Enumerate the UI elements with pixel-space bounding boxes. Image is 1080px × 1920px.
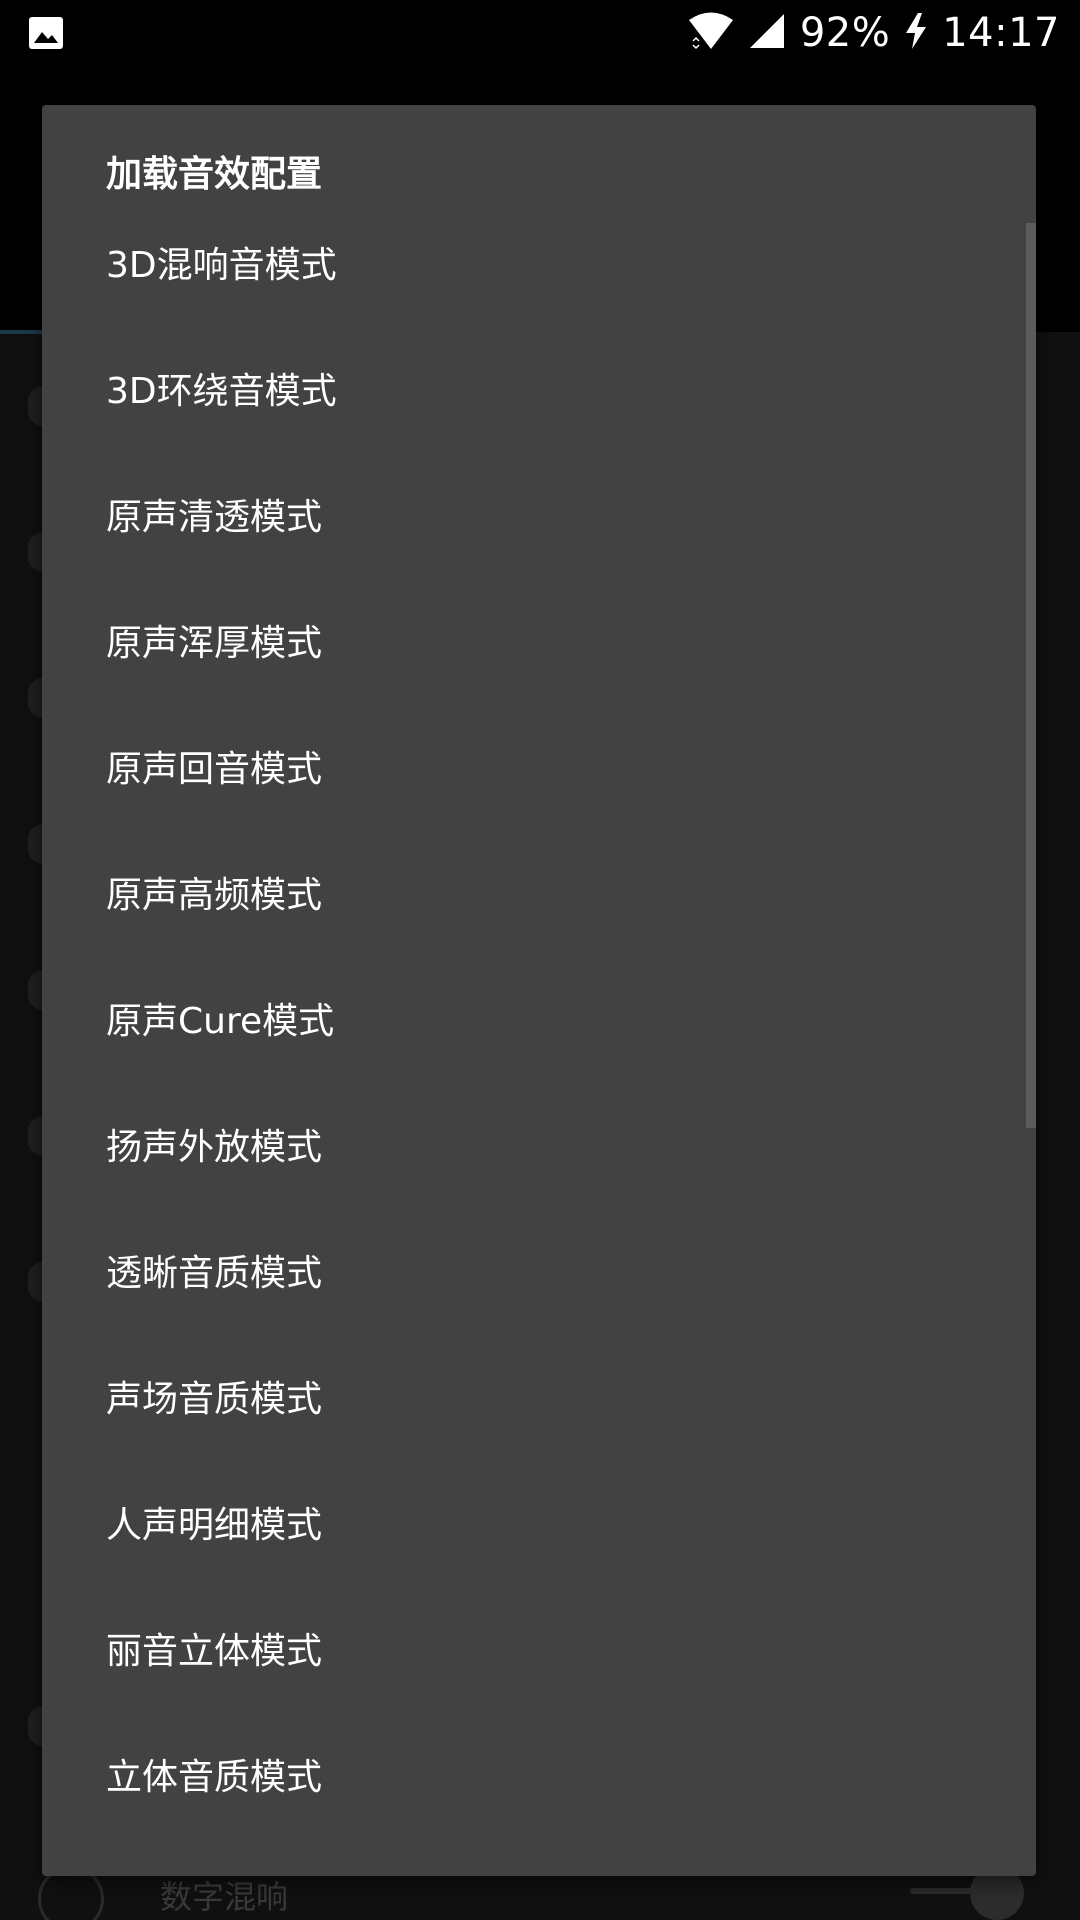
list-scrollbar[interactable] [1026,223,1036,1128]
preset-item[interactable]: 原声浑厚模式 [42,591,1036,717]
wifi-icon [688,11,734,55]
preset-item[interactable]: 原声清透模式 [42,465,1036,591]
preset-item-label: 3D环绕音模式 [106,371,337,412]
preset-item-label: 透晰音质模式 [106,1253,323,1294]
preset-item[interactable]: 立体音质模式 [42,1725,1036,1851]
preset-item[interactable]: 丽音立体模式 [42,1599,1036,1725]
battery-percent: 92% [799,10,891,56]
reverb-label: 数字混响 [160,1878,289,1916]
preset-item-label: 原声高频模式 [106,875,323,916]
preset-item-label: 声场音质模式 [106,1379,323,1420]
bolt-icon [904,12,928,54]
preset-item[interactable]: 3D混响音模式 [42,213,1036,339]
status-icons: 92% 14:17 [688,0,1060,66]
dialog-title: 加载音效配置 [106,154,323,195]
screen: 92% 14:17 数字混响 加载音效配置 3D混响音模式 3D环绕音模式 原声… [0,0,1080,1920]
preset-item[interactable]: 声场音质模式 [42,1347,1036,1473]
preset-item[interactable]: 原声回音模式 [42,717,1036,843]
preset-item-label: 原声回音模式 [106,749,323,790]
preset-item-label: 原声浑厚模式 [106,623,323,664]
preset-list[interactable]: 3D混响音模式 3D环绕音模式 原声清透模式 原声浑厚模式 原声回音模式 原声高… [42,213,1036,1851]
load-preset-dialog: 加载音效配置 3D混响音模式 3D环绕音模式 原声清透模式 原声浑厚模式 原声回… [42,105,1036,1876]
signal-icon [748,12,786,54]
preset-item[interactable]: 3D环绕音模式 [42,339,1036,465]
preset-item-label: 扬声外放模式 [106,1127,323,1168]
preset-item[interactable]: 人声明细模式 [42,1473,1036,1599]
preset-item[interactable]: 扬声外放模式 [42,1095,1036,1221]
preset-item[interactable]: 原声高频模式 [42,843,1036,969]
clock: 14:17 [942,10,1060,56]
preset-item-label: 立体音质模式 [106,1757,323,1798]
preset-item-label: 人声明细模式 [106,1505,323,1546]
preset-item-label: 原声清透模式 [106,497,323,538]
preset-item[interactable]: 透晰音质模式 [42,1221,1036,1347]
preset-item[interactable]: 原声Cure模式 [42,969,1036,1095]
preset-item-label: 原声Cure模式 [106,1001,335,1042]
image-icon [28,16,64,50]
status-bar: 92% 14:17 [0,0,1080,66]
preset-item-label: 丽音立体模式 [106,1631,323,1672]
preset-item-label: 3D混响音模式 [106,245,337,286]
